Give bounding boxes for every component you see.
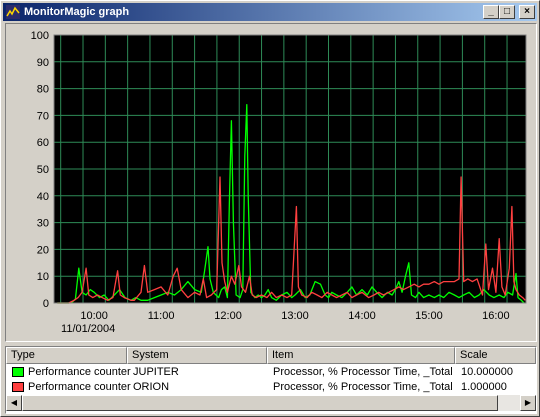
- performance-chart[interactable]: 0 10 20 30 40 50 60 70 80 90 100 10:0011/01/2004 11:…: [6, 24, 536, 341]
- maximize-button[interactable]: □: [499, 5, 515, 19]
- horizontal-scrollbar[interactable]: ◀ ▶: [6, 395, 536, 411]
- x-tick-date-label: 11/01/2004: [61, 323, 115, 335]
- scroll-right-button[interactable]: ▶: [520, 395, 536, 411]
- x-tick-label: 15:00: [415, 310, 443, 322]
- monitormagic-app-icon: [6, 5, 20, 19]
- list-row-orion[interactable]: Performance counter ORION Processor, % P…: [6, 379, 536, 395]
- monitormagic-window: MonitorMagic graph _ □ × 0 10 20 30 40 50 60 70…: [0, 0, 540, 417]
- cell-type: Performance counter: [28, 381, 131, 393]
- x-tick-label: 12:00: [214, 310, 242, 322]
- list-row-jupiter[interactable]: Performance counter JUPITER Processor, %…: [6, 364, 536, 380]
- column-header-system[interactable]: System: [127, 347, 267, 364]
- cell-scale: 10.000000: [461, 366, 513, 378]
- y-tick-label: 10: [37, 271, 49, 283]
- y-tick-label: 80: [37, 84, 49, 96]
- counter-list[interactable]: Type System Item Scale Performance count…: [5, 346, 537, 414]
- title-bar[interactable]: MonitorMagic graph _ □ ×: [3, 3, 537, 21]
- cell-type: Performance counter: [28, 366, 131, 378]
- cell-scale: 1.000000: [461, 381, 507, 393]
- y-tick-label: 50: [37, 164, 49, 176]
- cell-item: Processor, % Processor Time, _Total: [273, 366, 453, 378]
- y-tick-label: 20: [37, 244, 49, 256]
- x-tick-label: 16:00: [482, 310, 510, 322]
- y-tick-label: 60: [37, 137, 49, 149]
- x-tick-label: 14:00: [348, 310, 376, 322]
- y-tick-label: 30: [37, 218, 49, 230]
- cell-system: JUPITER: [133, 366, 179, 378]
- cell-system: ORION: [133, 381, 170, 393]
- y-tick-label: 40: [37, 191, 49, 203]
- series-color-swatch: [12, 382, 24, 392]
- cell-item: Processor, % Processor Time, _Total: [273, 381, 453, 393]
- x-tick-label: 13:00: [281, 310, 309, 322]
- y-tick-label: 100: [31, 30, 49, 42]
- y-tick-label: 70: [37, 110, 49, 122]
- column-header-scale[interactable]: Scale: [455, 347, 536, 364]
- y-tick-label: 0: [43, 298, 49, 310]
- x-tick-label: 10:00: [80, 310, 108, 322]
- column-header-item[interactable]: Item: [267, 347, 455, 364]
- scroll-left-button[interactable]: ◀: [6, 395, 22, 411]
- close-button[interactable]: ×: [519, 5, 535, 19]
- graph-panel: 0 10 20 30 40 50 60 70 80 90 100 10:00 11/01/2004 11:…: [5, 23, 537, 342]
- column-header-type[interactable]: Type: [6, 347, 127, 364]
- minimize-button[interactable]: _: [483, 5, 499, 19]
- scroll-thumb[interactable]: [22, 395, 498, 411]
- window-title: MonitorMagic graph: [24, 6, 130, 18]
- list-header: Type System Item Scale: [6, 347, 536, 364]
- series-color-swatch: [12, 367, 24, 377]
- x-tick-label: 11:00: [148, 310, 175, 322]
- y-tick-label: 90: [37, 57, 49, 69]
